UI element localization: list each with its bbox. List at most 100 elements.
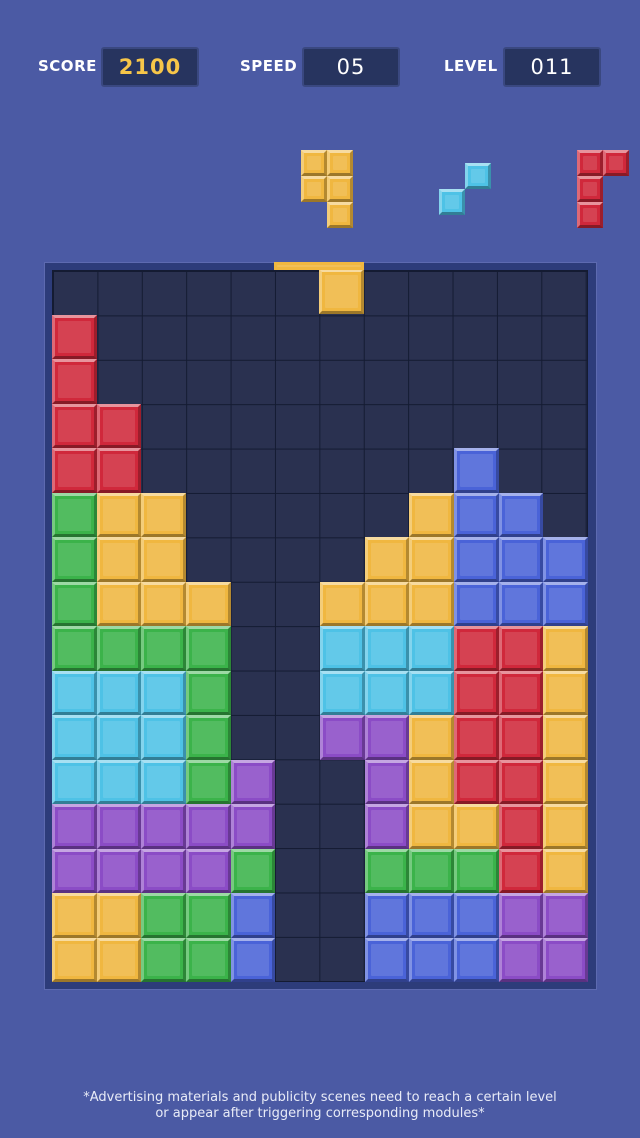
board-block [454, 492, 499, 537]
board-block [543, 670, 588, 715]
board-block [498, 670, 544, 715]
board-block [96, 759, 142, 804]
board-block [52, 359, 97, 404]
preview-block [327, 150, 353, 176]
board-block [96, 848, 142, 893]
board-block [52, 893, 97, 938]
board-block [141, 626, 186, 671]
board-block [230, 804, 276, 849]
board-block [186, 937, 231, 982]
board-block [364, 893, 410, 938]
board-block [141, 804, 186, 849]
board-block [96, 403, 142, 448]
board-block [186, 715, 231, 760]
board-block [543, 626, 588, 671]
board-block [364, 537, 410, 582]
board-block [320, 670, 365, 715]
board-block [96, 804, 142, 849]
board-block [498, 848, 544, 893]
board-block [498, 537, 544, 582]
board-block [186, 804, 231, 849]
board-block [409, 848, 454, 893]
board-block [454, 670, 499, 715]
score-value: 2100 [101, 47, 199, 87]
board-block [52, 804, 97, 849]
board-block [498, 492, 544, 537]
board-block [409, 804, 454, 849]
board-block [498, 804, 544, 849]
board-block [320, 715, 365, 760]
preview-block [301, 150, 327, 176]
speed-label: SPEED [240, 57, 298, 75]
board-block [543, 893, 588, 938]
board-block [364, 670, 410, 715]
preview-block [577, 202, 603, 228]
board-block [141, 759, 186, 804]
disclaimer-line-2: or appear after triggering corresponding… [155, 1106, 485, 1121]
board-block [96, 626, 142, 671]
disclaimer: *Advertising materials and publicity sce… [0, 1090, 640, 1122]
board-block [141, 670, 186, 715]
board-block [498, 581, 544, 626]
board-block [409, 759, 454, 804]
board-block [141, 893, 186, 938]
board-block [52, 626, 97, 671]
board-block [96, 715, 142, 760]
board-block [230, 893, 276, 938]
board-block [186, 670, 231, 715]
board-block [543, 759, 588, 804]
board-block [364, 626, 410, 671]
board-block [186, 848, 231, 893]
board-block [141, 937, 186, 982]
board-block [52, 403, 97, 448]
falling-block-edge [274, 262, 364, 270]
board-block [498, 893, 544, 938]
preview-block [577, 150, 603, 176]
falling-block [319, 269, 364, 314]
board-block [320, 581, 365, 626]
board-block [454, 937, 499, 982]
board-grid[interactable] [52, 270, 588, 982]
board-block [186, 893, 231, 938]
board-block [141, 492, 186, 537]
board-block [141, 848, 186, 893]
board-block [454, 581, 499, 626]
board-block [364, 848, 410, 893]
board-block [409, 537, 454, 582]
board-block [320, 626, 365, 671]
board-block [186, 626, 231, 671]
board-block [96, 492, 142, 537]
disclaimer-line-1: *Advertising materials and publicity sce… [83, 1090, 557, 1105]
board-block [543, 715, 588, 760]
board-block [409, 581, 454, 626]
board-block [52, 314, 97, 359]
preview-block [577, 176, 603, 202]
board-block [409, 715, 454, 760]
board-block [454, 537, 499, 582]
level-label: LEVEL [444, 57, 498, 75]
board-block [454, 626, 499, 671]
preview-block [603, 150, 629, 176]
board-block [409, 670, 454, 715]
board-block [141, 581, 186, 626]
board-block [52, 848, 97, 893]
board-block [454, 848, 499, 893]
board-block [409, 893, 454, 938]
score-label: SCORE [38, 57, 97, 75]
board-block [364, 937, 410, 982]
board-block [454, 448, 499, 493]
board-block [52, 715, 97, 760]
board-block [543, 848, 588, 893]
board-block [230, 937, 276, 982]
board-block [454, 759, 499, 804]
board-block [498, 715, 544, 760]
board-block [141, 537, 186, 582]
preview-block [301, 176, 327, 202]
board-block [364, 759, 410, 804]
board-block [409, 492, 454, 537]
board-block [52, 492, 97, 537]
board-block [52, 759, 97, 804]
board-block [96, 937, 142, 982]
board-block [186, 759, 231, 804]
level-value: 011 [503, 47, 601, 87]
